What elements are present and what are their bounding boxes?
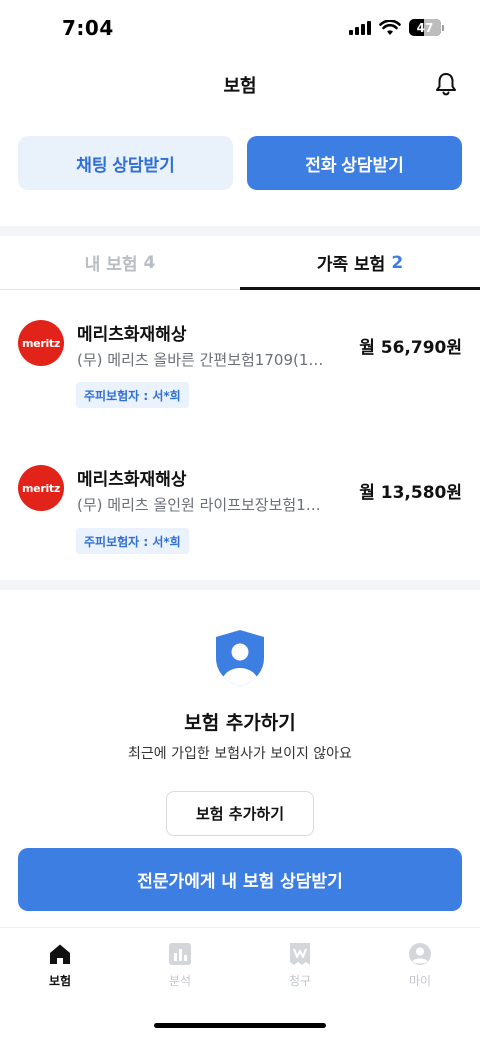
bell-icon[interactable]: [432, 70, 460, 98]
tab-label: 가족 보험: [316, 255, 386, 275]
policy-product: (무) 메리츠 올인원 라이프보장보험190...: [77, 496, 327, 514]
policy-product: (무) 메리츠 올바른 간편보험1709(1종): [77, 351, 327, 369]
add-insurance-button[interactable]: 보험 추가하기: [166, 791, 314, 836]
chart-icon: [169, 943, 191, 965]
tab-my-insurance[interactable]: 내 보험 4: [0, 236, 240, 289]
profile-icon: [409, 943, 431, 965]
insurer-logo: meritz: [18, 320, 64, 366]
policy-company: 메리츠화재해상: [77, 325, 187, 345]
battery-icon: 47: [409, 19, 444, 36]
claim-icon: [290, 943, 310, 965]
home-indicator: [154, 1023, 326, 1028]
add-insurance-title: 보험 추가하기: [184, 712, 296, 734]
nav-label: 청구: [288, 974, 312, 988]
insured-badge: 주피보험자 : 서*희: [76, 528, 189, 554]
tab-family-insurance[interactable]: 가족 보험 2: [240, 236, 480, 290]
insurance-tabs: 내 보험 4 가족 보험 2: [0, 236, 480, 290]
nav-label: 마이: [408, 974, 432, 988]
section-divider: [0, 580, 480, 590]
status-icons: 47: [349, 19, 444, 36]
battery-level: 47: [416, 20, 434, 35]
tab-count: 4: [143, 252, 156, 273]
nav-insurance[interactable]: 보험: [0, 928, 120, 1039]
tab-label: 내 보험: [84, 255, 138, 275]
expert-consult-button[interactable]: 전문가에게 내 보험 상담받기: [18, 848, 462, 911]
tab-count: 2: [391, 252, 404, 273]
policy-card[interactable]: meritz 메리츠화재해상 (무) 메리츠 올바른 간편보험1709(1종) …: [0, 296, 480, 436]
cellular-signal-icon: [349, 20, 371, 35]
policy-price: 월 56,790원: [359, 338, 462, 358]
add-insurance-subtitle: 최근에 가입한 보험사가 보이지 않아요: [128, 746, 352, 762]
home-icon: [50, 944, 70, 964]
header: 보험: [0, 60, 480, 110]
policy-card[interactable]: meritz 메리츠화재해상 (무) 메리츠 올인원 라이프보장보험190...…: [0, 441, 480, 581]
page-title: 보험: [223, 76, 257, 97]
status-bar: 7:04 47: [0, 0, 480, 58]
section-divider: [0, 226, 480, 236]
phone-consult-button[interactable]: 전화 상담받기: [247, 136, 462, 190]
chat-consult-button[interactable]: 채팅 상담받기: [18, 136, 233, 190]
shield-user-icon: [216, 630, 264, 686]
nav-label: 보험: [48, 974, 72, 988]
insured-badge: 주피보험자 : 서*희: [76, 382, 189, 408]
policy-company: 메리츠화재해상: [77, 470, 187, 490]
consult-buttons: 채팅 상담받기 전화 상담받기: [18, 136, 462, 190]
status-time: 7:04: [62, 16, 114, 40]
wifi-icon: [379, 19, 401, 35]
insurer-logo: meritz: [18, 465, 64, 511]
nav-my[interactable]: 마이: [360, 928, 480, 1039]
policy-price: 월 13,580원: [359, 483, 462, 503]
nav-label: 분석: [168, 974, 192, 988]
